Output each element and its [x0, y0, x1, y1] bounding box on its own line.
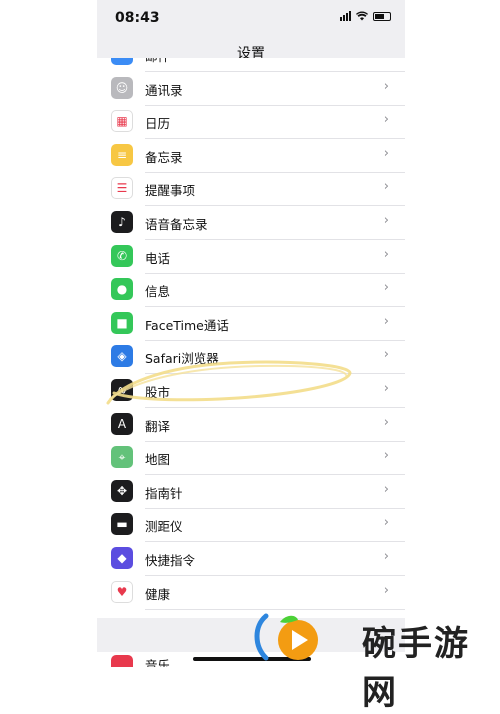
settings-row-label: 翻译 — [145, 418, 171, 434]
status-time: 08:43 — [115, 10, 160, 26]
status-bar: 08:43 — [97, 0, 405, 36]
settings-row-measure[interactable]: ▬ 测距仪 › — [97, 508, 405, 543]
settings-row-label: 音乐 — [145, 658, 171, 667]
maps-icon: ⌖ — [111, 446, 133, 469]
settings-row-label: 电话 — [145, 250, 171, 266]
settings-row-label: 地图 — [145, 452, 171, 468]
settings-row-calendar[interactable]: ▦ 日历 › — [97, 105, 405, 140]
chevron-right-icon: › — [383, 582, 389, 598]
settings-row-label: 提醒事项 — [145, 183, 196, 199]
messages-icon: ● — [111, 278, 133, 301]
watermark: 碗手游网 — [250, 608, 500, 713]
facetime-icon: ■ — [111, 311, 133, 334]
chevron-right-icon: › — [383, 313, 389, 329]
cellular-signal-icon — [340, 11, 351, 21]
chevron-right-icon: › — [383, 145, 389, 161]
chevron-right-icon: › — [383, 213, 389, 228]
voice-memos-icon: ♪ — [111, 211, 133, 233]
chevron-right-icon: › — [383, 414, 389, 430]
shortcuts-icon: ◆ — [111, 547, 133, 569]
settings-row-maps[interactable]: ⌖ 地图 › — [97, 441, 405, 476]
settings-row-label: 通讯录 — [145, 82, 183, 98]
chevron-right-icon: › — [384, 58, 389, 60]
battery-icon — [373, 11, 391, 21]
settings-row-contacts[interactable]: ☺ 通讯录 › — [97, 72, 405, 106]
settings-row-notes[interactable]: ≡ 备忘录 › — [97, 139, 405, 173]
calendar-icon: ▦ — [111, 110, 133, 133]
music-icon — [111, 655, 133, 667]
watermark-text: 碗手游网 — [362, 624, 470, 713]
reminders-icon: ☰ — [111, 177, 133, 200]
settings-row-mail[interactable]: ✉ 邮件 › — [97, 58, 405, 72]
chevron-right-icon: › — [383, 246, 389, 262]
settings-row-shortcuts[interactable]: ◆ 快捷指令 › — [97, 542, 405, 576]
chevron-right-icon: › — [383, 179, 389, 195]
health-icon: ♥ — [111, 580, 133, 603]
chevron-right-icon: › — [383, 549, 389, 564]
chevron-right-icon: › — [383, 481, 389, 497]
settings-row-label: 指南针 — [145, 485, 183, 501]
mail-icon: ✉ — [111, 58, 133, 65]
chevron-right-icon: › — [383, 381, 389, 396]
chevron-right-icon: › — [383, 280, 389, 296]
settings-row-label: 备忘录 — [145, 149, 183, 165]
settings-row-label: 测距仪 — [145, 519, 183, 535]
settings-row-compass[interactable]: ✥ 指南针 › — [97, 475, 405, 509]
compass-icon: ✥ — [111, 479, 133, 502]
settings-row-phone[interactable]: ✆ 电话 › — [97, 240, 405, 274]
settings-row-label: 日历 — [145, 116, 171, 132]
status-icons — [340, 11, 391, 21]
measure-icon: ▬ — [111, 513, 133, 536]
phone-screen: 08:43 设置 ✉邮件›☺通讯录›▦日历›≡备忘录›☰提醒事项›♪语音备忘录›… — [97, 0, 405, 667]
settings-row-label: 语音备忘录 — [145, 217, 208, 232]
notes-icon: ≡ — [111, 143, 133, 166]
settings-list: ✉邮件›☺通讯录›▦日历›≡备忘录›☰提醒事项›♪语音备忘录›✆电话›●信息›■… — [97, 58, 405, 618]
chevron-right-icon: › — [383, 78, 389, 94]
settings-row-label: FaceTime通话 — [145, 317, 229, 333]
chevron-right-icon: › — [383, 347, 389, 363]
wifi-icon — [356, 11, 368, 21]
settings-row-messages[interactable]: ● 信息 › — [97, 273, 405, 308]
settings-row-health[interactable]: ♥ 健康 › — [97, 576, 405, 610]
settings-row-facetime[interactable]: ■ FaceTime通话 › — [97, 307, 405, 341]
settings-row-label: 信息 — [145, 284, 171, 300]
translate-icon: A — [111, 412, 133, 435]
highlight-scribble — [106, 360, 352, 405]
chevron-right-icon: › — [383, 448, 389, 464]
watermark-logo-icon — [254, 613, 318, 661]
settings-row-reminders[interactable]: ☰ 提醒事项 › — [97, 172, 405, 207]
chevron-right-icon: › — [383, 515, 389, 531]
contacts-icon: ☺ — [111, 76, 133, 99]
settings-row-label: 健康 — [145, 586, 171, 602]
settings-row-voice-memos[interactable]: ♪ 语音备忘录 › — [97, 206, 405, 240]
settings-row-label: 快捷指令 — [145, 553, 196, 568]
settings-row-label: 邮件 — [145, 58, 170, 65]
settings-row-translate[interactable]: A 翻译 › — [97, 408, 405, 442]
chevron-right-icon: › — [383, 112, 389, 128]
phone-icon: ✆ — [111, 244, 133, 267]
